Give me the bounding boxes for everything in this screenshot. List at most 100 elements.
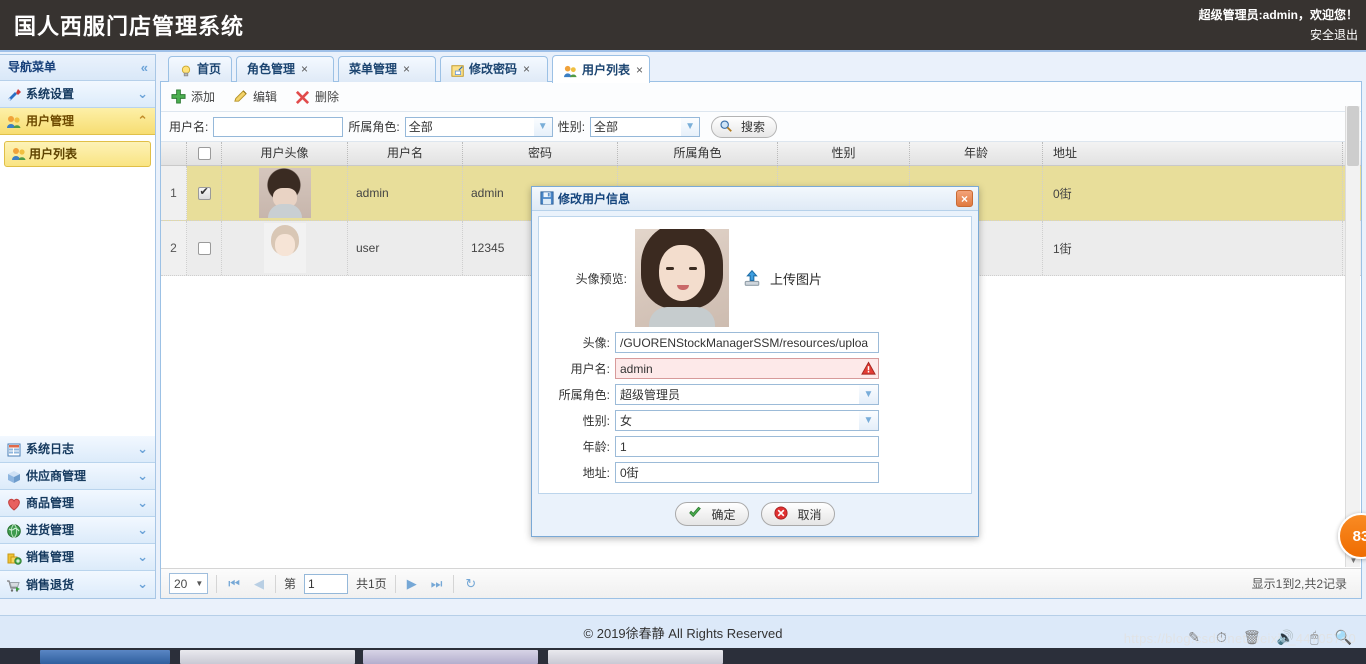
- page-size-select[interactable]: 20 ▼: [169, 573, 209, 594]
- trash-icon[interactable]: 🗑: [1243, 629, 1261, 646]
- window-icon[interactable]: 🖱: [1310, 629, 1318, 646]
- chevron-down-icon[interactable]: ⌄: [137, 517, 148, 543]
- edit-button[interactable]: 编辑: [233, 88, 277, 105]
- sidebar-item-user-list[interactable]: 用户列表: [4, 141, 151, 167]
- role-select[interactable]: [615, 384, 879, 405]
- sidebar-item-purchase-management[interactable]: 进货管理 ⌄: [0, 517, 155, 544]
- sidebar-item-label: 销售管理: [26, 550, 75, 564]
- delete-button-label: 删除: [315, 90, 340, 104]
- save-icon: [540, 190, 554, 207]
- edit-button-label: 编辑: [253, 90, 278, 104]
- select-all-checkbox[interactable]: [197, 147, 211, 160]
- grid-header-address: 地址: [1043, 141, 1343, 166]
- taskbar-item[interactable]: [548, 650, 723, 664]
- sidebar-item-sales-return[interactable]: 销售退货 ⌄: [0, 571, 155, 598]
- cancel-button[interactable]: 取消: [761, 502, 835, 526]
- grid-header-username: 用户名: [348, 141, 463, 166]
- role-search-label: 所属角色:: [348, 120, 400, 134]
- upload-image-button[interactable]: 上传图片: [743, 269, 822, 288]
- refresh-icon[interactable]: ↻: [462, 576, 479, 592]
- taskbar-item[interactable]: [40, 650, 170, 664]
- sidebar-accordion: 系统设置 ⌄ 用户管理 ⌃ 用户列表 系统日志 ⌄ 供应商管理 ⌄ 商品管理 ⌄…: [0, 81, 155, 598]
- username-search-input[interactable]: [213, 116, 344, 137]
- tab-label: 菜单管理: [349, 62, 398, 76]
- row-checkbox-cell[interactable]: [187, 221, 222, 275]
- username-search-label: 用户名:: [169, 120, 209, 134]
- prev-page-icon[interactable]: ◀: [251, 576, 267, 592]
- next-page-icon[interactable]: ▶: [404, 576, 420, 592]
- grid-header-checkbox[interactable]: [187, 141, 222, 166]
- last-page-icon[interactable]: ⏭: [428, 576, 446, 592]
- heart-icon: [6, 495, 22, 511]
- grid-vertical-scrollbar[interactable]: ▼: [1345, 106, 1360, 567]
- clock-icon[interactable]: ⏱: [1216, 629, 1227, 646]
- form-row-address: 地址:: [539, 462, 971, 483]
- money-icon: [6, 549, 22, 565]
- chevron-up-icon[interactable]: ⌃: [137, 108, 148, 134]
- sidebar-item-user-management[interactable]: 用户管理 ⌃: [0, 108, 155, 135]
- sidebar-item-system-settings[interactable]: 系统设置 ⌄: [0, 81, 155, 108]
- close-icon[interactable]: ×: [523, 57, 530, 82]
- age-input[interactable]: [615, 436, 879, 457]
- row-checkbox[interactable]: [197, 241, 211, 255]
- plus-icon: [171, 88, 187, 105]
- avatar-preview-image: [635, 229, 729, 327]
- tab-label: 修改密码: [469, 62, 518, 76]
- row-checkbox[interactable]: [197, 185, 211, 200]
- tab-role-management[interactable]: 角色管理 ×: [236, 56, 334, 82]
- scrollbar-thumb[interactable]: [1347, 106, 1359, 166]
- add-button[interactable]: 添加: [171, 88, 215, 105]
- globe-icon: [6, 522, 22, 538]
- key-icon: [451, 62, 465, 78]
- chevron-down-icon[interactable]: ⌄: [137, 544, 148, 570]
- chevron-down-icon[interactable]: ⌄: [137, 571, 148, 597]
- row-checkbox-cell[interactable]: [187, 166, 222, 220]
- address-input[interactable]: [615, 462, 879, 483]
- avatar-path-input[interactable]: [615, 332, 879, 353]
- avatar: [263, 223, 306, 273]
- close-icon[interactable]: ×: [636, 57, 643, 83]
- sidebar-header: 导航菜单 «: [0, 55, 155, 81]
- sidebar-subitem-label: 用户列表: [29, 147, 78, 161]
- tab-menu-management[interactable]: 菜单管理 ×: [338, 56, 436, 82]
- dialog-footer: 确定 取消: [538, 498, 972, 530]
- tab-user-list[interactable]: 用户列表 ×: [552, 55, 650, 83]
- tab-change-password[interactable]: 修改密码 ×: [440, 56, 548, 82]
- taskbar-item[interactable]: [363, 650, 538, 664]
- role-search-select[interactable]: [404, 116, 553, 137]
- chevron-down-icon[interactable]: ⌄: [137, 81, 148, 107]
- sidebar-item-supplier-management[interactable]: 供应商管理 ⌄: [0, 463, 155, 490]
- welcome-text: 超级管理员:admin，欢迎您！: [1198, 8, 1358, 22]
- gender-select[interactable]: [615, 410, 879, 431]
- divider: [394, 574, 396, 593]
- username-input[interactable]: [615, 358, 879, 379]
- taskbar-item[interactable]: [180, 650, 355, 664]
- sidebar-item-product-management[interactable]: 商品管理 ⌄: [0, 490, 155, 517]
- search-button[interactable]: 搜索: [711, 115, 778, 138]
- search-icon[interactable]: 🔍: [1335, 629, 1352, 646]
- tab-bar: 首页 角色管理 × 菜单管理 × 修改密码 × 用户列表 ×: [160, 54, 1362, 83]
- logout-link[interactable]: 安全退出: [1310, 26, 1358, 43]
- row-avatar-cell: [222, 221, 348, 275]
- os-taskbar: [0, 648, 1366, 664]
- gender-search-select[interactable]: [590, 116, 701, 137]
- tab-home[interactable]: 首页: [168, 56, 232, 82]
- delete-button[interactable]: 删除: [295, 88, 339, 105]
- page-title: 国人西服门店管理系统: [14, 14, 245, 39]
- close-icon[interactable]: ×: [403, 57, 410, 82]
- sidebar-item-sales-management[interactable]: 销售管理 ⌄: [0, 544, 155, 571]
- volume-icon[interactable]: 🔊: [1277, 629, 1294, 646]
- box-icon: [6, 468, 22, 484]
- page-number-input[interactable]: [304, 573, 348, 594]
- chevron-down-icon[interactable]: ⌄: [137, 463, 148, 489]
- chevron-double-left-icon[interactable]: «: [141, 55, 148, 80]
- chevron-down-icon[interactable]: ⌄: [137, 436, 148, 462]
- first-page-icon[interactable]: ⏮: [225, 576, 243, 592]
- form-row-age: 年龄:: [539, 436, 971, 457]
- confirm-button[interactable]: 确定: [675, 502, 749, 526]
- chevron-down-icon[interactable]: ⌄: [137, 490, 148, 516]
- close-icon[interactable]: ×: [956, 190, 973, 207]
- sidebar-item-system-log[interactable]: 系统日志 ⌄: [0, 436, 155, 463]
- pin-icon[interactable]: ✎: [1188, 629, 1200, 646]
- close-icon[interactable]: ×: [301, 57, 308, 82]
